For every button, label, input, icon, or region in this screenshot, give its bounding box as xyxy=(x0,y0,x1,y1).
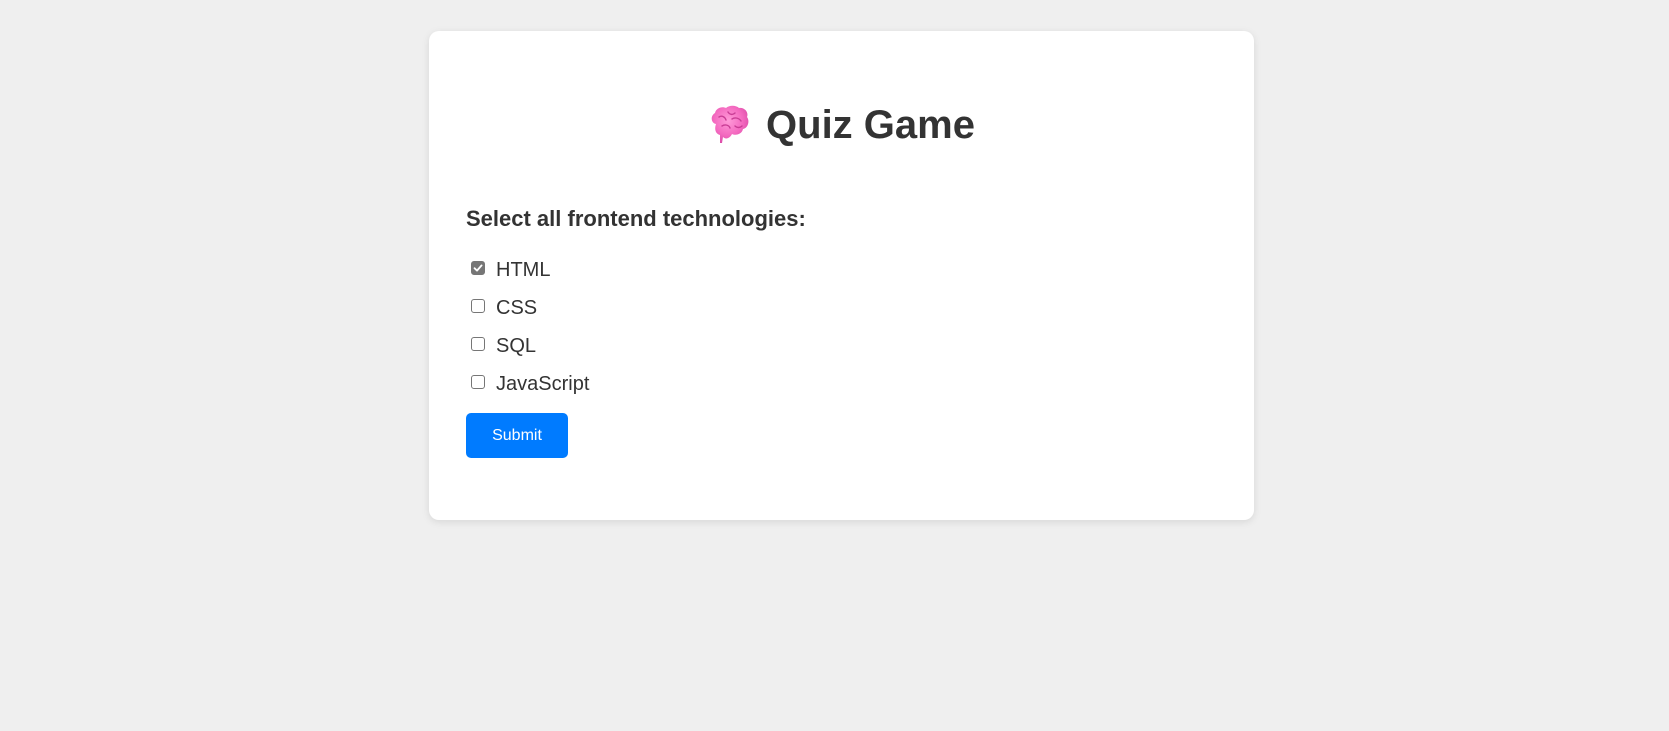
option-javascript[interactable]: JavaScript xyxy=(466,365,589,403)
checkbox-html[interactable] xyxy=(471,261,485,275)
submit-button[interactable]: Submit xyxy=(466,413,568,458)
option-css[interactable]: CSS xyxy=(466,289,589,327)
checkbox-sql[interactable] xyxy=(471,337,485,351)
page-title: Quiz Game xyxy=(429,99,1254,157)
quiz-card: Quiz Game Select all frontend technologi… xyxy=(429,31,1254,520)
option-label: SQL xyxy=(496,335,537,357)
checkbox-javascript[interactable] xyxy=(471,375,485,389)
options-list: HTML CSS SQL JavaScript xyxy=(466,251,589,403)
page-title-text: Quiz Game xyxy=(766,103,975,147)
question-text: Select all frontend technologies: xyxy=(466,206,806,231)
option-sql[interactable]: SQL xyxy=(466,327,589,365)
brain-icon xyxy=(708,104,750,157)
check-icon xyxy=(473,264,483,272)
option-label: JavaScript xyxy=(496,373,590,395)
checkbox-css[interactable] xyxy=(471,299,485,313)
option-label: HTML xyxy=(496,259,551,281)
option-label: CSS xyxy=(496,297,538,319)
option-html[interactable]: HTML xyxy=(466,251,589,289)
